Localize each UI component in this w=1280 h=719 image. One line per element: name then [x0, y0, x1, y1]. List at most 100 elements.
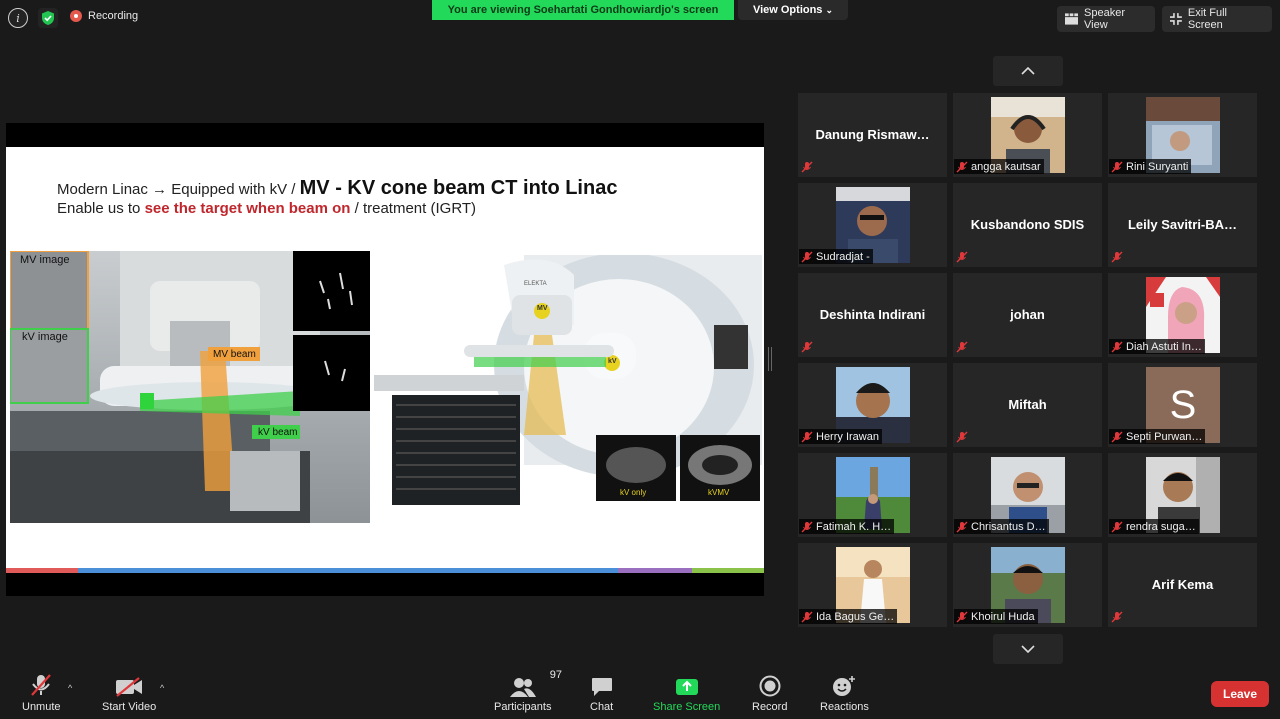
slide-title-line: Modern Linac → Equipped with kV / MV - K… [57, 177, 617, 200]
participant-tile[interactable]: Ida Bagus Ge… [798, 543, 947, 627]
share-screen-icon [675, 679, 698, 695]
participant-name: Kusbandono SDIS [970, 217, 1085, 232]
presentation-slide: Modern Linac → Equipped with kV / MV - K… [6, 147, 764, 573]
participant-tile[interactable]: Danung Rismaw… [798, 93, 947, 177]
mv-beam-label: MV beam [213, 349, 256, 360]
unmute-button[interactable]: Unmute [22, 671, 61, 713]
participant-tile[interactable]: johan [953, 273, 1102, 357]
participants-label: Participants [494, 701, 552, 713]
resize-handle[interactable] [768, 347, 772, 371]
slide-title-emphasis: MV - KV cone beam CT into Linac [299, 177, 618, 199]
participant-name: Danung Rismaw… [815, 127, 930, 142]
kvmv-label: kVMV [708, 488, 730, 497]
muted-mic-icon [956, 431, 968, 443]
participant-tile[interactable]: Herry Irawan [798, 363, 947, 447]
share-screen-button[interactable]: Share Screen [653, 671, 720, 713]
muted-mic-icon [801, 161, 813, 173]
viewing-screen-banner: You are viewing Soehartati Gondhowiardjo… [432, 0, 734, 20]
chat-label: Chat [590, 701, 614, 713]
muted-mic-icon [801, 251, 813, 262]
shared-screen[interactable]: Modern Linac → Equipped with kV / MV - K… [6, 123, 764, 596]
participant-name: Herry Irawan [816, 430, 879, 443]
participant-name: Septi Purwan… [1126, 430, 1203, 443]
participants-button[interactable]: 97 Participants [494, 669, 562, 713]
participant-tile[interactable]: Deshinta Indirani [798, 273, 947, 357]
record-label: Record [752, 701, 788, 713]
slide-subtitle-highlight: see the target when beam on [144, 200, 351, 217]
participant-name: Diah Astuti In… [1126, 340, 1202, 353]
participant-name: Leily Savitri-BA… [1127, 217, 1238, 232]
participant-tile[interactable]: Sudradjat - [798, 183, 947, 267]
muted-mic-icon [956, 521, 968, 532]
reactions-label: Reactions [820, 701, 869, 713]
mv-image-label: MV image [20, 254, 70, 266]
slide-subtitle-prefix: Enable us to [57, 200, 145, 217]
participant-label: Chrisantus D… [954, 519, 1049, 534]
muted-mic-icon [956, 611, 968, 622]
video-off-icon [116, 677, 143, 697]
participants-icon [509, 678, 536, 697]
chevron-down-icon [1021, 645, 1035, 653]
reactions-smiley-icon [833, 676, 856, 696]
participant-tile[interactable]: Rini Suryanti [1108, 93, 1257, 177]
participant-tile[interactable]: Fatimah K. H… [798, 453, 947, 537]
muted-mic-icon [1111, 521, 1123, 532]
slide-subtitle-line: Enable us to see the target when beam on… [57, 200, 476, 217]
chat-bubble-icon [591, 678, 612, 696]
cbct-linac-illustration: MV kV ELEKTA kV only kVMV [374, 253, 762, 519]
participant-tile[interactable]: Leily Savitri-BA… [1108, 183, 1257, 267]
participant-name: Arif Kema [1151, 577, 1214, 592]
participant-tile[interactable]: Diah Astuti In… [1108, 273, 1257, 357]
participant-label: Fatimah K. H… [799, 519, 895, 534]
participant-tile[interactable]: Kusbandono SDIS [953, 183, 1102, 267]
video-options-caret[interactable]: ^ [160, 683, 164, 693]
participant-label: angga kautsar [954, 159, 1044, 174]
participant-tile[interactable]: Khoirul Huda [953, 543, 1102, 627]
participant-tile[interactable]: Miftah [953, 363, 1102, 447]
participant-name: Fatimah K. H… [816, 520, 892, 533]
participant-tile[interactable]: Arif Kema [1108, 543, 1257, 627]
view-options-button[interactable]: View Options ⌄ [738, 0, 848, 20]
participant-name: Khoirul Huda [971, 610, 1035, 623]
recording-indicator[interactable]: Recording [70, 10, 138, 22]
encryption-shield-icon[interactable] [38, 8, 58, 28]
participant-label: Herry Irawan [799, 429, 882, 444]
participant-tile[interactable]: angga kautsar [953, 93, 1102, 177]
leave-button[interactable]: Leave [1211, 681, 1269, 707]
speaker-view-label: Speaker View [1084, 7, 1126, 31]
kv-beam-label: kV beam [258, 427, 298, 438]
participant-name: angga kautsar [971, 160, 1041, 173]
muted-mic-icon [956, 161, 968, 172]
exit-full-screen-icon [1170, 13, 1182, 25]
speaker-view-button[interactable]: Speaker View [1057, 6, 1155, 32]
gallery-prev-button[interactable] [993, 56, 1063, 86]
exit-full-screen-button[interactable]: Exit Full Screen [1162, 6, 1272, 32]
participant-tile[interactable]: rendra suga… [1108, 453, 1257, 537]
start-video-label: Start Video [102, 701, 157, 713]
view-options-label: View Options [752, 4, 823, 16]
muted-mic-icon [1111, 611, 1123, 623]
participant-name: Miftah [1008, 397, 1047, 412]
record-icon [759, 675, 781, 697]
participant-label: Khoirul Huda [954, 609, 1038, 624]
participant-label: rendra suga… [1109, 519, 1199, 534]
kv-only-label: kV only [620, 488, 647, 497]
linac-room-photo: MV image kV image MV beam kV beam [9, 250, 370, 523]
audio-options-caret[interactable]: ^ [68, 683, 72, 693]
muted-mic-icon [1111, 251, 1123, 263]
unmute-label: Unmute [22, 701, 61, 713]
participant-label: Diah Astuti In… [1109, 339, 1205, 354]
gallery-next-button[interactable] [993, 634, 1063, 664]
slide-color-strip [6, 568, 764, 573]
chevron-up-icon [1021, 67, 1035, 75]
start-video-button[interactable]: Start Video [102, 671, 156, 713]
meeting-info-icon[interactable]: i [8, 8, 28, 28]
participant-tile[interactable]: Chrisantus D… [953, 453, 1102, 537]
chat-button[interactable]: Chat [590, 671, 613, 713]
record-button[interactable]: Record [752, 671, 787, 713]
reactions-button[interactable]: Reactions [820, 671, 869, 713]
muted-mic-icon [801, 611, 813, 622]
participant-name: Ida Bagus Ge… [816, 610, 895, 623]
participant-tile[interactable]: S Septi Purwan… [1108, 363, 1257, 447]
muted-microphone-icon [31, 674, 52, 696]
